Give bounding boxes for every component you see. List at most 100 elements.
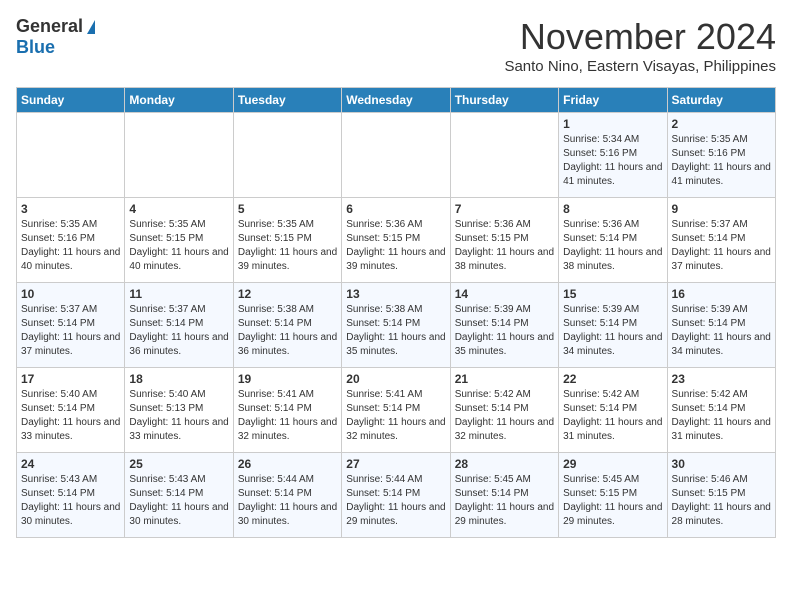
day-info: Sunrise: 5:36 AMSunset: 5:15 PMDaylight:… (455, 219, 554, 272)
day-info: Sunrise: 5:44 AMSunset: 5:14 PMDaylight:… (346, 474, 445, 527)
calendar-cell: 6 Sunrise: 5:36 AMSunset: 5:15 PMDayligh… (342, 198, 450, 283)
day-info: Sunrise: 5:38 AMSunset: 5:14 PMDaylight:… (238, 304, 337, 357)
calendar-cell (17, 113, 125, 198)
day-number: 22 (563, 372, 662, 386)
day-number: 14 (455, 287, 554, 301)
day-number: 26 (238, 457, 337, 471)
day-number: 15 (563, 287, 662, 301)
day-number: 4 (129, 202, 228, 216)
calendar-cell (125, 113, 233, 198)
day-info: Sunrise: 5:37 AMSunset: 5:14 PMDaylight:… (21, 304, 120, 357)
calendar-cell (233, 113, 341, 198)
day-info: Sunrise: 5:46 AMSunset: 5:15 PMDaylight:… (672, 474, 771, 527)
day-number: 28 (455, 457, 554, 471)
calendar-week-row: 1 Sunrise: 5:34 AMSunset: 5:16 PMDayligh… (17, 113, 776, 198)
day-info: Sunrise: 5:34 AMSunset: 5:16 PMDaylight:… (563, 134, 662, 187)
day-info: Sunrise: 5:45 AMSunset: 5:15 PMDaylight:… (563, 474, 662, 527)
logo-general-text: General (16, 16, 83, 37)
day-number: 16 (672, 287, 771, 301)
month-title: November 2024 (504, 16, 776, 58)
day-info: Sunrise: 5:43 AMSunset: 5:14 PMDaylight:… (129, 474, 228, 527)
calendar-cell: 12 Sunrise: 5:38 AMSunset: 5:14 PMDaylig… (233, 283, 341, 368)
day-info: Sunrise: 5:40 AMSunset: 5:13 PMDaylight:… (129, 389, 228, 442)
day-number: 12 (238, 287, 337, 301)
day-number: 13 (346, 287, 445, 301)
day-info: Sunrise: 5:39 AMSunset: 5:14 PMDaylight:… (563, 304, 662, 357)
calendar-cell: 5 Sunrise: 5:35 AMSunset: 5:15 PMDayligh… (233, 198, 341, 283)
calendar-cell: 10 Sunrise: 5:37 AMSunset: 5:14 PMDaylig… (17, 283, 125, 368)
day-info: Sunrise: 5:43 AMSunset: 5:14 PMDaylight:… (21, 474, 120, 527)
day-number: 6 (346, 202, 445, 216)
calendar-header-monday: Monday (125, 88, 233, 113)
calendar-cell: 27 Sunrise: 5:44 AMSunset: 5:14 PMDaylig… (342, 453, 450, 538)
day-number: 10 (21, 287, 120, 301)
day-number: 7 (455, 202, 554, 216)
calendar-cell: 3 Sunrise: 5:35 AMSunset: 5:16 PMDayligh… (17, 198, 125, 283)
day-number: 30 (672, 457, 771, 471)
day-info: Sunrise: 5:36 AMSunset: 5:15 PMDaylight:… (346, 219, 445, 272)
day-number: 11 (129, 287, 228, 301)
day-number: 23 (672, 372, 771, 386)
calendar-week-row: 17 Sunrise: 5:40 AMSunset: 5:14 PMDaylig… (17, 368, 776, 453)
day-info: Sunrise: 5:41 AMSunset: 5:14 PMDaylight:… (238, 389, 337, 442)
calendar-header-wednesday: Wednesday (342, 88, 450, 113)
calendar-cell: 11 Sunrise: 5:37 AMSunset: 5:14 PMDaylig… (125, 283, 233, 368)
day-info: Sunrise: 5:45 AMSunset: 5:14 PMDaylight:… (455, 474, 554, 527)
day-number: 27 (346, 457, 445, 471)
calendar-cell: 13 Sunrise: 5:38 AMSunset: 5:14 PMDaylig… (342, 283, 450, 368)
day-info: Sunrise: 5:36 AMSunset: 5:14 PMDaylight:… (563, 219, 662, 272)
calendar-week-row: 10 Sunrise: 5:37 AMSunset: 5:14 PMDaylig… (17, 283, 776, 368)
logo: General Blue (16, 16, 95, 58)
day-number: 29 (563, 457, 662, 471)
day-info: Sunrise: 5:42 AMSunset: 5:14 PMDaylight:… (563, 389, 662, 442)
calendar-cell: 16 Sunrise: 5:39 AMSunset: 5:14 PMDaylig… (667, 283, 775, 368)
location: Santo Nino, Eastern Visayas, Philippines (504, 58, 776, 75)
calendar-cell: 14 Sunrise: 5:39 AMSunset: 5:14 PMDaylig… (450, 283, 558, 368)
day-info: Sunrise: 5:35 AMSunset: 5:16 PMDaylight:… (21, 219, 120, 272)
logo-blue-text: Blue (16, 37, 55, 58)
calendar-week-row: 3 Sunrise: 5:35 AMSunset: 5:16 PMDayligh… (17, 198, 776, 283)
calendar-cell: 1 Sunrise: 5:34 AMSunset: 5:16 PMDayligh… (559, 113, 667, 198)
calendar-cell: 9 Sunrise: 5:37 AMSunset: 5:14 PMDayligh… (667, 198, 775, 283)
day-number: 24 (21, 457, 120, 471)
day-number: 9 (672, 202, 771, 216)
calendar-cell: 20 Sunrise: 5:41 AMSunset: 5:14 PMDaylig… (342, 368, 450, 453)
calendar-cell: 2 Sunrise: 5:35 AMSunset: 5:16 PMDayligh… (667, 113, 775, 198)
calendar-cell: 28 Sunrise: 5:45 AMSunset: 5:14 PMDaylig… (450, 453, 558, 538)
day-info: Sunrise: 5:44 AMSunset: 5:14 PMDaylight:… (238, 474, 337, 527)
day-info: Sunrise: 5:35 AMSunset: 5:16 PMDaylight:… (672, 134, 771, 187)
calendar-cell: 22 Sunrise: 5:42 AMSunset: 5:14 PMDaylig… (559, 368, 667, 453)
day-info: Sunrise: 5:38 AMSunset: 5:14 PMDaylight:… (346, 304, 445, 357)
day-number: 25 (129, 457, 228, 471)
calendar-cell: 18 Sunrise: 5:40 AMSunset: 5:13 PMDaylig… (125, 368, 233, 453)
day-number: 3 (21, 202, 120, 216)
calendar-cell (450, 113, 558, 198)
day-number: 5 (238, 202, 337, 216)
day-info: Sunrise: 5:41 AMSunset: 5:14 PMDaylight:… (346, 389, 445, 442)
day-info: Sunrise: 5:35 AMSunset: 5:15 PMDaylight:… (238, 219, 337, 272)
calendar-cell: 23 Sunrise: 5:42 AMSunset: 5:14 PMDaylig… (667, 368, 775, 453)
calendar-cell: 29 Sunrise: 5:45 AMSunset: 5:15 PMDaylig… (559, 453, 667, 538)
calendar-cell: 24 Sunrise: 5:43 AMSunset: 5:14 PMDaylig… (17, 453, 125, 538)
day-number: 2 (672, 117, 771, 131)
calendar-header-tuesday: Tuesday (233, 88, 341, 113)
title-area: November 2024 Santo Nino, Eastern Visaya… (504, 16, 776, 75)
day-info: Sunrise: 5:37 AMSunset: 5:14 PMDaylight:… (672, 219, 771, 272)
calendar-header-thursday: Thursday (450, 88, 558, 113)
day-info: Sunrise: 5:42 AMSunset: 5:14 PMDaylight:… (455, 389, 554, 442)
day-number: 17 (21, 372, 120, 386)
day-number: 19 (238, 372, 337, 386)
day-number: 21 (455, 372, 554, 386)
day-info: Sunrise: 5:39 AMSunset: 5:14 PMDaylight:… (455, 304, 554, 357)
day-info: Sunrise: 5:37 AMSunset: 5:14 PMDaylight:… (129, 304, 228, 357)
day-info: Sunrise: 5:40 AMSunset: 5:14 PMDaylight:… (21, 389, 120, 442)
day-info: Sunrise: 5:42 AMSunset: 5:14 PMDaylight:… (672, 389, 771, 442)
calendar-cell: 17 Sunrise: 5:40 AMSunset: 5:14 PMDaylig… (17, 368, 125, 453)
calendar-cell: 25 Sunrise: 5:43 AMSunset: 5:14 PMDaylig… (125, 453, 233, 538)
calendar-cell: 21 Sunrise: 5:42 AMSunset: 5:14 PMDaylig… (450, 368, 558, 453)
day-number: 20 (346, 372, 445, 386)
calendar-cell: 7 Sunrise: 5:36 AMSunset: 5:15 PMDayligh… (450, 198, 558, 283)
calendar-cell: 15 Sunrise: 5:39 AMSunset: 5:14 PMDaylig… (559, 283, 667, 368)
calendar-cell: 4 Sunrise: 5:35 AMSunset: 5:15 PMDayligh… (125, 198, 233, 283)
day-info: Sunrise: 5:35 AMSunset: 5:15 PMDaylight:… (129, 219, 228, 272)
